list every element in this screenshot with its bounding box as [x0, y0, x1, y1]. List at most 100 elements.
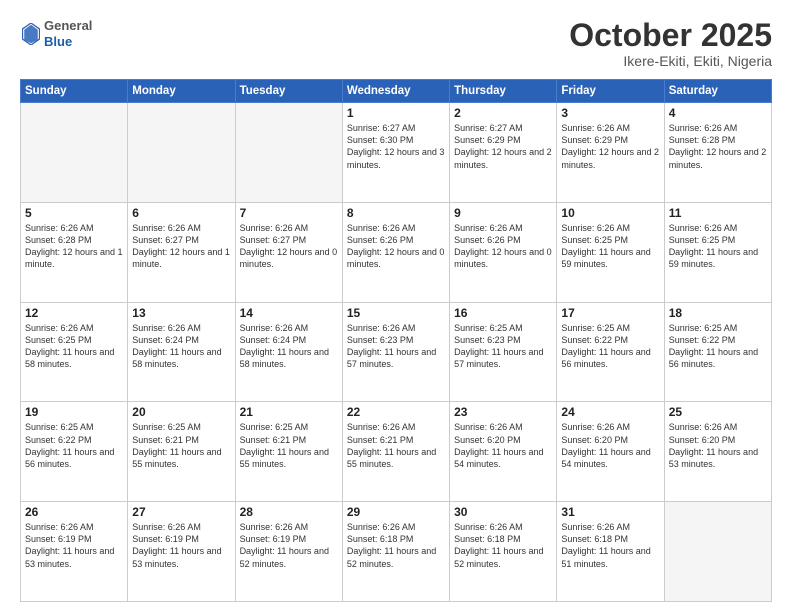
day-number: 8: [347, 206, 445, 220]
day-number: 31: [561, 505, 659, 519]
day-info: Sunrise: 6:26 AM Sunset: 6:26 PM Dayligh…: [347, 222, 445, 271]
table-row: 9 Sunrise: 6:26 AM Sunset: 6:26 PM Daylig…: [450, 202, 557, 302]
day-number: 9: [454, 206, 552, 220]
day-number: 21: [240, 405, 338, 419]
calendar-row: 19Sunrise: 6:25 AM Sunset: 6:22 PM Dayli…: [21, 402, 772, 502]
header-sunday: Sunday: [21, 80, 128, 103]
day-number: 29: [347, 505, 445, 519]
table-row: 26 Sunrise: 6:26 AM Sunset: 6:19 PM Dayli…: [21, 502, 128, 602]
day-info: Sunrise: 6:25 AM Sunset: 6:21 PM Dayligh…: [132, 421, 230, 470]
day-info: Sunrise: 6:26 AM Sunset: 6:24 PM Dayligh…: [240, 322, 338, 371]
table-row: 20Sunrise: 6:25 AM Sunset: 6:21 PM Dayli…: [128, 402, 235, 502]
day-info: Sunrise: 6:25 AM Sunset: 6:22 PM Dayligh…: [25, 421, 123, 470]
day-info: Sunrise: 6:26 AM Sunset: 6:26 PM Dayligh…: [454, 222, 552, 271]
day-number: 5: [25, 206, 123, 220]
day-info: Sunrise: 6:26 AM Sunset: 6:23 PM Dayligh…: [347, 322, 445, 371]
weekday-header-row: Sunday Monday Tuesday Wednesday Thursday…: [21, 80, 772, 103]
table-row: 22Sunrise: 6:26 AM Sunset: 6:21 PM Dayli…: [342, 402, 449, 502]
table-row: [235, 103, 342, 203]
table-row: 10 Sunrise: 6:26 AM Sunset: 6:25 PM Dayli…: [557, 202, 664, 302]
day-info: Sunrise: 6:27 AM Sunset: 6:30 PM Dayligh…: [347, 122, 445, 171]
day-info: Sunrise: 6:26 AM Sunset: 6:18 PM Dayligh…: [454, 521, 552, 570]
day-number: 13: [132, 306, 230, 320]
table-row: 16 Sunrise: 6:25 AM Sunset: 6:23 PM Dayli…: [450, 302, 557, 402]
table-row: 23Sunrise: 6:26 AM Sunset: 6:20 PM Dayli…: [450, 402, 557, 502]
header-saturday: Saturday: [664, 80, 771, 103]
day-info: Sunrise: 6:26 AM Sunset: 6:20 PM Dayligh…: [561, 421, 659, 470]
day-number: 22: [347, 405, 445, 419]
day-info: Sunrise: 6:26 AM Sunset: 6:18 PM Dayligh…: [347, 521, 445, 570]
table-row: [128, 103, 235, 203]
day-number: 2: [454, 106, 552, 120]
day-info: Sunrise: 6:26 AM Sunset: 6:24 PM Dayligh…: [132, 322, 230, 371]
day-info: Sunrise: 6:26 AM Sunset: 6:25 PM Dayligh…: [669, 222, 767, 271]
day-info: Sunrise: 6:25 AM Sunset: 6:23 PM Dayligh…: [454, 322, 552, 371]
day-number: 7: [240, 206, 338, 220]
table-row: 17 Sunrise: 6:25 AM Sunset: 6:22 PM Dayli…: [557, 302, 664, 402]
table-row: 31Sunrise: 6:26 AM Sunset: 6:18 PM Dayli…: [557, 502, 664, 602]
day-info: Sunrise: 6:26 AM Sunset: 6:20 PM Dayligh…: [669, 421, 767, 470]
day-number: 17: [561, 306, 659, 320]
day-number: 12: [25, 306, 123, 320]
day-info: Sunrise: 6:26 AM Sunset: 6:25 PM Dayligh…: [25, 322, 123, 371]
table-row: 28Sunrise: 6:26 AM Sunset: 6:19 PM Dayli…: [235, 502, 342, 602]
day-number: 24: [561, 405, 659, 419]
table-row: 4 Sunrise: 6:26 AM Sunset: 6:28 PM Daylig…: [664, 103, 771, 203]
table-row: 8 Sunrise: 6:26 AM Sunset: 6:26 PM Daylig…: [342, 202, 449, 302]
day-number: 4: [669, 106, 767, 120]
header-thursday: Thursday: [450, 80, 557, 103]
table-row: 2Sunrise: 6:27 AM Sunset: 6:29 PM Daylig…: [450, 103, 557, 203]
month-title: October 2025: [569, 18, 772, 53]
day-info: Sunrise: 6:26 AM Sunset: 6:29 PM Dayligh…: [561, 122, 659, 171]
header-monday: Monday: [128, 80, 235, 103]
day-number: 16: [454, 306, 552, 320]
day-info: Sunrise: 6:25 AM Sunset: 6:22 PM Dayligh…: [669, 322, 767, 371]
table-row: 21 Sunrise: 6:25 AM Sunset: 6:21 PM Dayli…: [235, 402, 342, 502]
calendar-row: 5 Sunrise: 6:26 AM Sunset: 6:28 PM Daylig…: [21, 202, 772, 302]
day-info: Sunrise: 6:26 AM Sunset: 6:19 PM Dayligh…: [132, 521, 230, 570]
table-row: 7 Sunrise: 6:26 AM Sunset: 6:27 PM Daylig…: [235, 202, 342, 302]
logo-blue: Blue: [44, 34, 92, 50]
day-info: Sunrise: 6:26 AM Sunset: 6:25 PM Dayligh…: [561, 222, 659, 271]
calendar-row: 12 Sunrise: 6:26 AM Sunset: 6:25 PM Dayli…: [21, 302, 772, 402]
day-info: Sunrise: 6:26 AM Sunset: 6:27 PM Dayligh…: [132, 222, 230, 271]
header-friday: Friday: [557, 80, 664, 103]
table-row: 24 Sunrise: 6:26 AM Sunset: 6:20 PM Dayli…: [557, 402, 664, 502]
table-row: [21, 103, 128, 203]
title-area: October 2025 Ikere-Ekiti, Ekiti, Nigeria: [569, 18, 772, 69]
day-number: 23: [454, 405, 552, 419]
table-row: 29 Sunrise: 6:26 AM Sunset: 6:18 PM Dayli…: [342, 502, 449, 602]
header-tuesday: Tuesday: [235, 80, 342, 103]
day-info: Sunrise: 6:26 AM Sunset: 6:28 PM Dayligh…: [25, 222, 123, 271]
day-number: 26: [25, 505, 123, 519]
day-info: Sunrise: 6:26 AM Sunset: 6:28 PM Dayligh…: [669, 122, 767, 171]
page: General Blue October 2025 Ikere-Ekiti, E…: [0, 0, 792, 612]
table-row: 5 Sunrise: 6:26 AM Sunset: 6:28 PM Daylig…: [21, 202, 128, 302]
table-row: 30 Sunrise: 6:26 AM Sunset: 6:18 PM Dayli…: [450, 502, 557, 602]
logo-general: General: [44, 18, 92, 34]
day-info: Sunrise: 6:26 AM Sunset: 6:19 PM Dayligh…: [240, 521, 338, 570]
day-number: 11: [669, 206, 767, 220]
calendar-table: Sunday Monday Tuesday Wednesday Thursday…: [20, 79, 772, 602]
table-row: 25 Sunrise: 6:26 AM Sunset: 6:20 PM Dayli…: [664, 402, 771, 502]
table-row: 27 Sunrise: 6:26 AM Sunset: 6:19 PM Dayli…: [128, 502, 235, 602]
day-info: Sunrise: 6:25 AM Sunset: 6:21 PM Dayligh…: [240, 421, 338, 470]
day-number: 27: [132, 505, 230, 519]
calendar-row: 26 Sunrise: 6:26 AM Sunset: 6:19 PM Dayli…: [21, 502, 772, 602]
table-row: 11 Sunrise: 6:26 AM Sunset: 6:25 PM Dayli…: [664, 202, 771, 302]
location: Ikere-Ekiti, Ekiti, Nigeria: [569, 53, 772, 69]
day-info: Sunrise: 6:25 AM Sunset: 6:22 PM Dayligh…: [561, 322, 659, 371]
table-row: 12 Sunrise: 6:26 AM Sunset: 6:25 PM Dayli…: [21, 302, 128, 402]
day-info: Sunrise: 6:26 AM Sunset: 6:27 PM Dayligh…: [240, 222, 338, 271]
day-number: 25: [669, 405, 767, 419]
generalblue-logo-icon: [22, 23, 40, 45]
day-info: Sunrise: 6:26 AM Sunset: 6:19 PM Dayligh…: [25, 521, 123, 570]
calendar-row: 1Sunrise: 6:27 AM Sunset: 6:30 PM Daylig…: [21, 103, 772, 203]
table-row: 13 Sunrise: 6:26 AM Sunset: 6:24 PM Dayli…: [128, 302, 235, 402]
header-wednesday: Wednesday: [342, 80, 449, 103]
day-number: 3: [561, 106, 659, 120]
table-row: 15Sunrise: 6:26 AM Sunset: 6:23 PM Dayli…: [342, 302, 449, 402]
day-number: 10: [561, 206, 659, 220]
day-number: 30: [454, 505, 552, 519]
table-row: 6Sunrise: 6:26 AM Sunset: 6:27 PM Daylig…: [128, 202, 235, 302]
